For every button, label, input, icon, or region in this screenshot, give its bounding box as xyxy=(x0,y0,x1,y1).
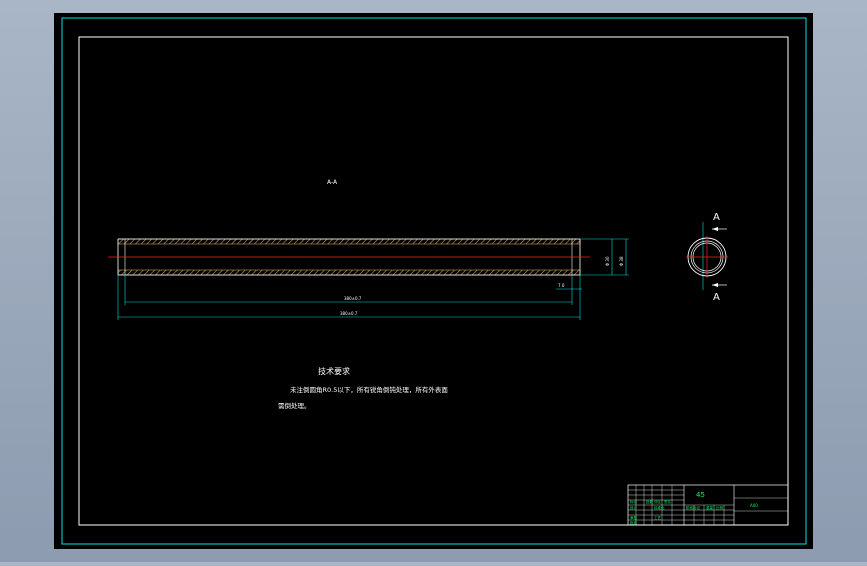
view-label-a-top: A xyxy=(713,212,720,223)
cad-viewport[interactable]: A-A Φ 30 Φ 38 380±0.7 380±0.7 7.0 A A 技术… xyxy=(0,0,867,562)
tb-cell-mark: 标记 xyxy=(630,499,638,504)
tech-line-2: 需倒处理。 xyxy=(278,401,311,410)
tb-cell-scale: 比例 xyxy=(716,505,724,510)
tube-bottom-wall xyxy=(117,269,581,276)
tb-cell-review: 审核 xyxy=(630,515,638,520)
tb-drawing-number: A00 xyxy=(750,503,758,508)
tb-cell-stage: 阶段标记 xyxy=(686,505,700,510)
tb-cell-count: 处数 xyxy=(646,499,654,504)
tube-top-wall xyxy=(117,238,581,245)
tb-cell-approve: 批准 xyxy=(630,520,638,525)
model-space xyxy=(54,13,813,549)
tb-cell-process: 工艺 xyxy=(654,515,662,520)
view-label-a-bottom: A xyxy=(713,292,720,303)
dim-overall-length: 380±0.7 xyxy=(340,311,358,316)
section-label: A-A xyxy=(327,179,338,186)
tech-line-1: 未注倒圆角R0.5以下，所有锐角倒钝处理，所有外表面 xyxy=(290,385,448,394)
tb-cell-design: 设计 xyxy=(630,505,638,510)
dim-dia-inner: Φ 30 xyxy=(605,256,610,266)
drawing-canvas[interactable]: A-A Φ 30 Φ 38 380±0.7 380±0.7 7.0 A A 技术… xyxy=(0,0,867,562)
tb-cell-weight: 重量 xyxy=(706,505,714,510)
dim-end-small: 7.0 xyxy=(558,283,565,288)
tb-material: 45 xyxy=(696,491,705,499)
dim-dia-outer: Φ 38 xyxy=(619,256,624,266)
dim-inner-length: 380±0.7 xyxy=(344,296,362,301)
tb-cell-zone: 分区 xyxy=(654,499,662,504)
tech-title: 技术要求 xyxy=(318,366,350,376)
tb-cell-sign: 签名 xyxy=(664,499,671,504)
tb-cell-standard: 标准化 xyxy=(654,505,665,510)
